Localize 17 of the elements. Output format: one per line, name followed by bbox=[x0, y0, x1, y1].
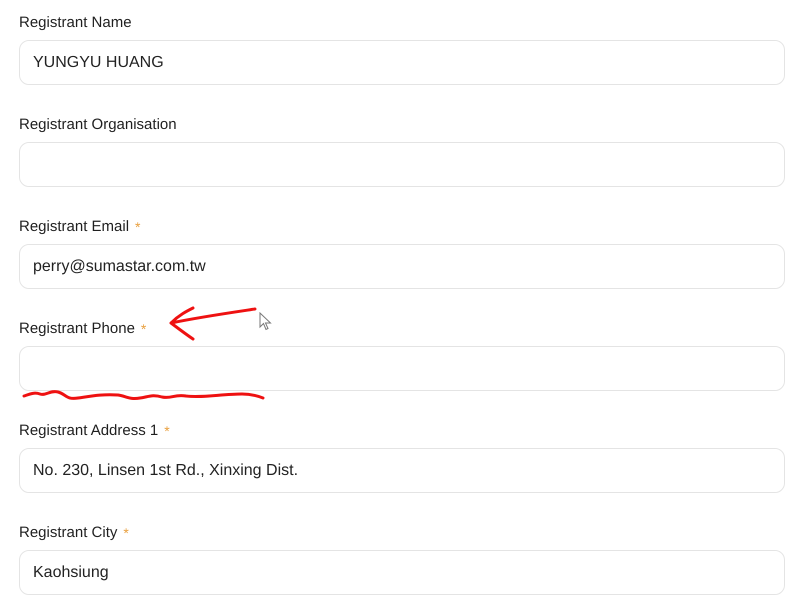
required-asterisk: * bbox=[140, 320, 146, 338]
text-field[interactable]: No. 230, Linsen 1st Rd., Xinxing Dist. bbox=[19, 448, 785, 493]
field-label: Registrant Phone bbox=[19, 320, 135, 338]
required-asterisk: * bbox=[135, 218, 140, 236]
text-field[interactable]: Kaohsiung bbox=[19, 550, 785, 595]
text-field[interactable]: YUNGYU HUANG bbox=[19, 40, 785, 85]
field-label: Registrant Address 1 bbox=[19, 422, 158, 440]
field-label: Registrant Organisation bbox=[19, 116, 177, 134]
text-field[interactable]: perry@sumastar.com.tw bbox=[19, 244, 785, 289]
text-field[interactable] bbox=[19, 142, 785, 187]
field-label: Registrant Email bbox=[19, 218, 130, 236]
required-asterisk: * bbox=[164, 422, 170, 440]
cursor-icon bbox=[259, 312, 272, 331]
text-field[interactable] bbox=[19, 346, 785, 391]
required-asterisk: * bbox=[123, 524, 129, 542]
field-label: Registrant City bbox=[19, 524, 118, 542]
field-label: Registrant Name bbox=[19, 14, 132, 32]
